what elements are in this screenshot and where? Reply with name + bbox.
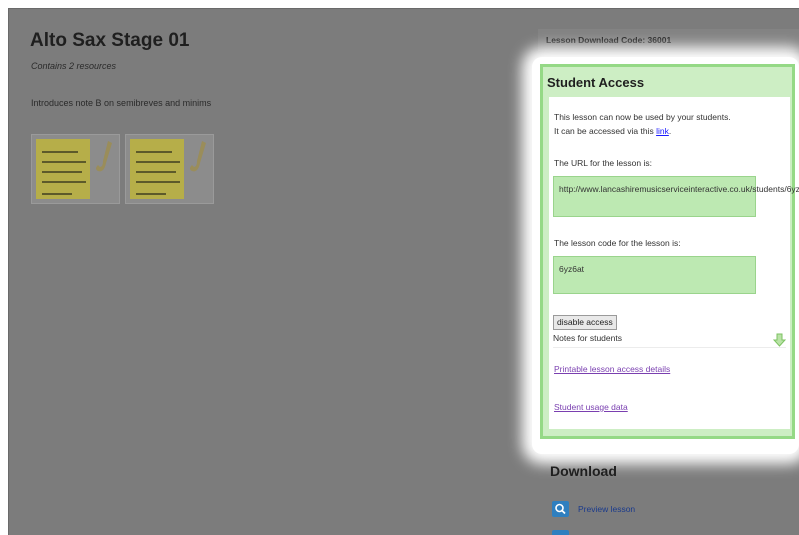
lesson-title: Alto Sax Stage 01 (30, 30, 190, 51)
disable-access-button[interactable]: disable access (553, 315, 617, 330)
lesson-code-field[interactable]: 6yz6at (553, 256, 756, 294)
access-intro-line1: This lesson can now be used by your stud… (554, 112, 731, 122)
sheet-music-preview (36, 139, 90, 199)
student-access-panel: Student Access This lesson can now be us… (540, 64, 799, 439)
magnifier-icon (552, 501, 569, 517)
saxophone-icon (190, 141, 206, 172)
code-label: The lesson code for the lesson is: (554, 238, 681, 248)
resource-thumbnail[interactable] (125, 134, 214, 204)
notes-label: Notes for students (553, 333, 622, 343)
sheet-music-preview (130, 139, 184, 199)
download-icon (552, 530, 569, 535)
download-heading: Download (550, 463, 617, 479)
printable-access-details-link[interactable]: Printable lesson access details (554, 364, 670, 374)
access-intro: This lesson can now be used by your stud… (554, 110, 731, 138)
student-usage-data-link[interactable]: Student usage data (554, 402, 628, 412)
access-intro-suffix: . (668, 126, 672, 136)
lesson-download-code: Lesson Download Code: 36001 (538, 29, 799, 51)
lesson-url-field[interactable]: http://www.lancashiremusicserviceinterac… (553, 176, 799, 217)
resource-count: Contains 2 resources (31, 61, 117, 71)
arrow-down-icon (773, 333, 786, 347)
url-label: The URL for the lesson is: (554, 158, 652, 168)
notes-for-students-toggle[interactable]: Notes for students (553, 333, 786, 348)
lesson-description: Introduces note B on semibreves and mini… (31, 98, 212, 108)
saxophone-icon (96, 141, 112, 172)
student-access-content: This lesson can now be used by your stud… (549, 97, 799, 429)
resource-thumbnail[interactable] (31, 134, 120, 204)
access-intro-prefix: It can be accessed via this (554, 126, 654, 136)
preview-lesson-label: Preview lesson (578, 504, 636, 514)
access-link[interactable]: link (656, 126, 669, 136)
student-access-heading: Student Access (547, 75, 645, 90)
